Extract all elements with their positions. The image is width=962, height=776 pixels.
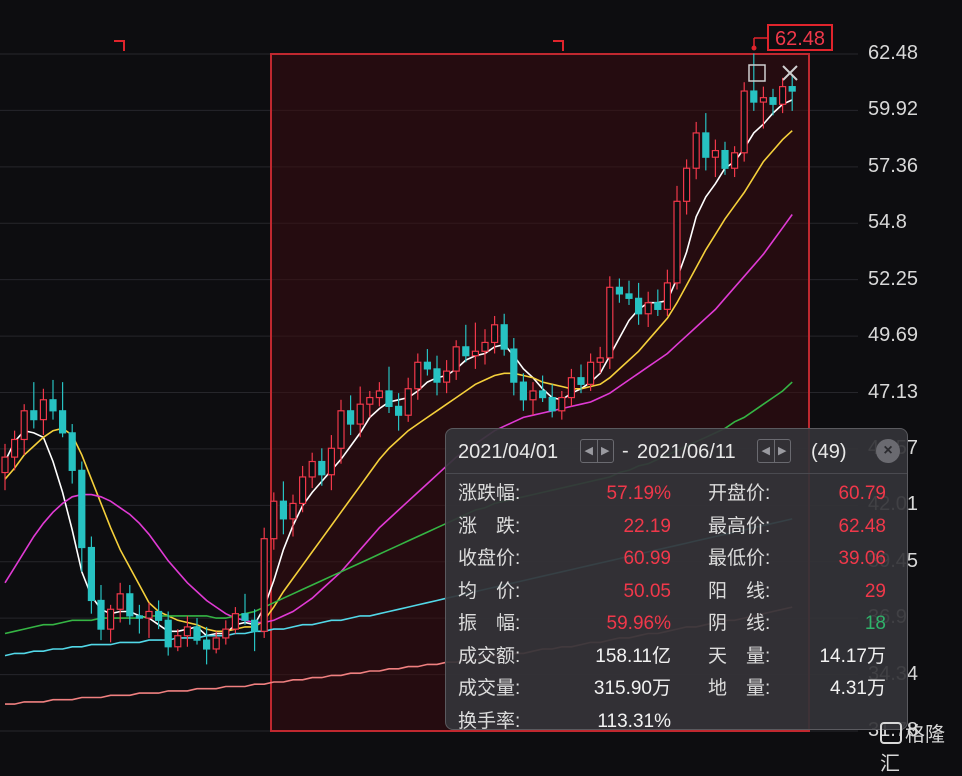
candle	[203, 626, 211, 665]
stat-value: 62.48	[838, 515, 886, 537]
candle	[78, 461, 86, 572]
next-arrow-icon[interactable]: ▶	[596, 440, 614, 462]
stat-row: 成交额: 158.11亿 天 量: 14.17万	[446, 642, 909, 672]
candle	[231, 607, 239, 634]
candle	[155, 600, 163, 630]
stat-row: 涨跌幅: 57.19% 开盘价: 60.79	[446, 479, 909, 509]
stat-value: 18	[864, 613, 886, 634]
panel-header: 2021/04/01 ◀ ▶ - 2021/06/11 ◀ ▶ (49) ×	[446, 429, 907, 474]
candle	[106, 604, 115, 643]
stat-label: 收盘价:	[458, 548, 521, 569]
range-stats-panel: 2021/04/01 ◀ ▶ - 2021/06/11 ◀ ▶ (49) × 涨跌幅…	[445, 428, 909, 732]
candle	[39, 388, 48, 436]
y-tick-label: 54.8	[868, 211, 907, 234]
stat-value: 22.19	[623, 515, 671, 537]
candle	[606, 276, 614, 369]
stat-value: 4.31万	[830, 678, 886, 699]
prev-arrow-icon[interactable]: ◀	[758, 440, 774, 462]
stat-row: 换手率: 113.31%	[446, 707, 909, 737]
close-icon[interactable]: ×	[876, 439, 900, 463]
stat-value: 60.99	[623, 548, 671, 569]
candle	[740, 82, 748, 162]
stat-label: 阳 线:	[708, 580, 771, 602]
stat-label: 最低价:	[708, 548, 771, 569]
candle	[87, 536, 96, 614]
stat-row: 均 价: 50.05 阳 线: 29	[446, 577, 909, 607]
stat-row: 成交量: 315.90万 地 量: 4.31万	[446, 674, 909, 704]
stat-label: 涨 跌:	[458, 515, 521, 537]
candle	[135, 604, 143, 634]
max-price-marker: 62.48	[751, 24, 833, 51]
candle	[58, 382, 67, 438]
stat-value: 14.17万	[819, 645, 886, 667]
y-tick-label: 47.13	[868, 380, 919, 403]
y-tick-label: 62.48	[868, 42, 919, 64]
candle	[116, 582, 124, 623]
stat-value: 315.90万	[593, 678, 671, 699]
candle	[30, 382, 38, 429]
candle	[1, 443, 9, 491]
stat-value: 59.96%	[606, 613, 671, 634]
candle	[97, 585, 105, 641]
y-tick-label: 59.92	[868, 98, 919, 121]
stat-value: 50.05	[623, 580, 671, 602]
range-corner-markers	[114, 40, 564, 51]
watermark: 格隆汇	[880, 718, 962, 776]
stat-value: 158.11亿	[595, 645, 671, 667]
stat-label: 换手率:	[458, 710, 521, 732]
prev-arrow-icon[interactable]: ◀	[581, 440, 597, 462]
end-date-stepper[interactable]: ◀ ▶	[757, 439, 791, 463]
stat-value: 60.79	[838, 483, 886, 504]
start-date-stepper[interactable]: ◀ ▶	[580, 439, 614, 463]
stat-label: 天 量:	[708, 645, 771, 667]
start-date: 2021/04/01	[458, 441, 559, 463]
stat-row: 收盘价: 60.99 最低价: 39.06	[446, 544, 909, 574]
candle	[222, 620, 230, 645]
y-tick-label: 57.36	[868, 154, 919, 177]
stat-value: 57.19%	[606, 483, 671, 504]
candle	[241, 593, 249, 625]
stat-label: 地 量:	[708, 678, 771, 699]
corner-marker	[114, 40, 125, 51]
max-price-label: 62.48	[775, 28, 825, 50]
candle	[260, 527, 268, 638]
candle	[49, 379, 57, 420]
candle	[174, 629, 182, 652]
stat-label: 振 幅:	[458, 613, 521, 634]
logo-icon	[880, 722, 902, 744]
stat-label: 开盘价:	[708, 483, 771, 504]
corner-marker	[553, 40, 564, 51]
y-tick-label: 52.25	[868, 267, 919, 290]
stat-label: 均 价:	[458, 580, 521, 602]
stat-value: 29	[864, 580, 886, 602]
stat-label: 成交额:	[458, 645, 521, 667]
stat-label: 成交量:	[458, 678, 521, 699]
candle	[183, 615, 191, 647]
candle	[20, 404, 28, 455]
stat-value: 39.06	[838, 548, 886, 569]
y-tick-label: 49.69	[868, 324, 919, 347]
stat-row: 振 幅: 59.96% 阴 线: 18	[446, 609, 909, 639]
next-arrow-icon[interactable]: ▶	[773, 440, 791, 462]
candle	[673, 185, 681, 290]
stat-label: 最高价:	[708, 515, 771, 537]
end-date: 2021/06/11	[637, 441, 736, 463]
date-separator: -	[622, 440, 629, 462]
candle	[251, 609, 259, 652]
stat-value: 113.31%	[597, 710, 671, 732]
candle	[68, 424, 76, 484]
bar-count: (49)	[811, 441, 847, 463]
candle	[193, 618, 201, 645]
stat-label: 阴 线:	[708, 613, 771, 634]
stat-row: 涨 跌: 22.19 最高价: 62.48	[446, 512, 909, 542]
stat-label: 涨跌幅:	[458, 483, 521, 504]
